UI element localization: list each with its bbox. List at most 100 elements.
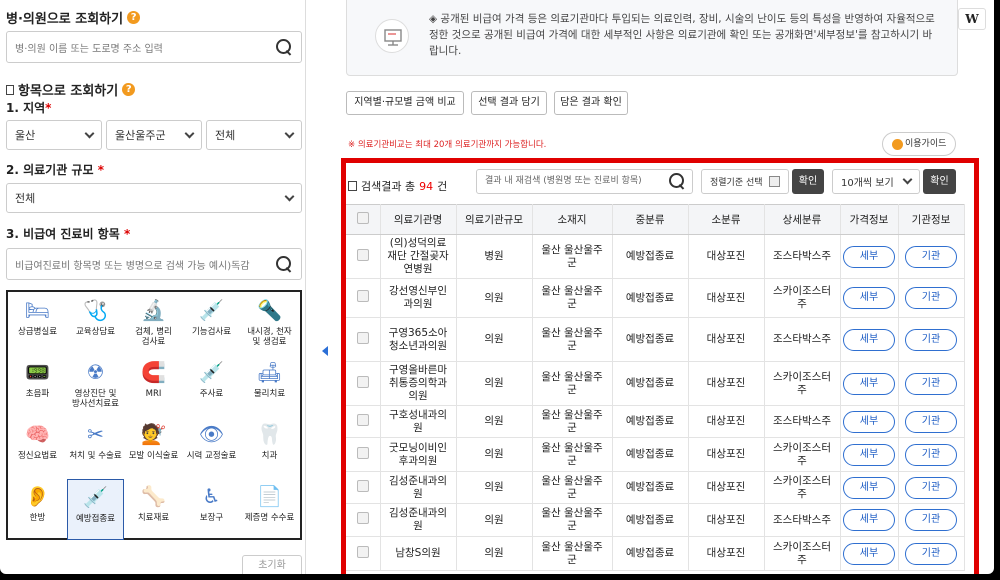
cell-mid: 예방접종료 [612,471,689,504]
detail-price-button[interactable]: 세부 [843,542,895,565]
row-checkbox[interactable] [356,375,369,388]
row-checkbox[interactable] [356,479,369,492]
category-item[interactable]: 🛏 상급병실료 [9,293,66,354]
institution-info-button[interactable]: 기관 [905,542,957,565]
item-search-input[interactable]: 비급여진료비 항목명 또는 병명으로 검색 가능 예시)독감 [6,248,302,280]
category-icon: 🦴 [141,484,166,508]
search-icon[interactable] [276,38,293,56]
region-select-3[interactable]: 전체 [206,120,302,150]
category-label: 초음파 [9,389,66,399]
category-label: 시력 교정술료 [183,451,240,461]
notice-box: ◈ 공개된 비급여 가격 등은 의료기관마다 투입되는 의료인력, 장비, 시술… [346,0,958,76]
category-item[interactable]: ✂ 처치 및 수술료 [67,417,124,478]
category-item[interactable]: ♿ 보장구 [183,479,240,540]
per-page-confirm-button[interactable]: 확인 [923,169,956,194]
result-search-input[interactable]: 결과 내 재검색 (병원명 또는 진료비 항목) [476,169,693,194]
w-logo-button[interactable]: W [958,8,986,30]
category-icon: ☢ [86,360,105,384]
help-icon[interactable]: ? [127,11,141,24]
row-checkbox[interactable] [356,545,369,558]
chevron-down-icon [902,174,913,185]
category-item[interactable]: 🔬 검체, 병리 검사료 [125,293,182,354]
category-item[interactable]: 💉 기능검사료 [183,293,240,354]
row-checkbox[interactable] [356,446,369,459]
category-label: 주사료 [183,389,240,399]
guide-button[interactable]: 이용가이드 [882,132,956,156]
category-label-line1: 정신요법료 [17,451,58,461]
row-checkbox[interactable] [356,413,369,426]
item-search-title-text: 항목으로 조회하기 [18,84,119,99]
detail-price-button[interactable]: 세부 [843,328,895,351]
institution-info-button[interactable]: 기관 [905,476,957,499]
search-icon[interactable] [669,173,686,190]
sort-select[interactable]: 정렬기준 선택 [701,169,789,194]
category-item[interactable]: 🔦 내시경, 천자 및 생검료 [241,293,298,354]
detail-price-button[interactable]: 세부 [843,410,895,433]
detail-price-button[interactable]: 세부 [843,245,895,268]
category-icon: ♿ [202,484,221,508]
category-item[interactable]: 🧠 정신요법료 [9,417,66,478]
view-saved-button[interactable]: 담은 결과 확인 [554,91,628,115]
cell-mid: 예방접종료 [612,536,689,571]
add-selection-button[interactable]: 선택 결과 담기 [471,91,547,115]
institution-info-button[interactable]: 기관 [905,509,957,531]
category-label-line1: 검체, 병리 [135,327,172,337]
category-item[interactable]: 👂 한방 [9,479,66,540]
category-item[interactable]: 🦴 치료재료 [125,479,182,540]
category-item[interactable]: 🛋 물리치료 [241,355,298,416]
row-checkbox[interactable] [356,512,369,524]
search-icon[interactable] [276,255,293,273]
hospital-search-input[interactable]: 병·의원 이름 또는 도로명 주소 입력 [6,31,302,63]
help-icon[interactable]: ? [122,83,136,96]
per-page-select[interactable]: 10개씩 보기 [832,169,920,194]
cell-name: 구영365소아청소년과의원 [380,317,457,362]
collapse-panel-handle[interactable] [318,336,332,366]
category-label-line1: 시력 교정술료 [186,451,237,461]
institution-info-button[interactable]: 기관 [905,245,957,268]
category-icon: 💉 [199,298,224,322]
category-item[interactable]: 🦷 치과 [241,417,298,478]
category-item[interactable]: 🩺 교육상담료 [67,293,124,354]
category-label-line1: 보장구 [199,513,224,523]
sort-confirm-button[interactable]: 확인 [792,169,824,194]
detail-price-button[interactable]: 세부 [843,509,895,531]
category-item[interactable]: 🧲 MRI [125,355,182,416]
category-label: 예방접종료 [68,514,123,524]
category-item[interactable]: 👁 시력 교정술료 [183,417,240,478]
category-item[interactable]: 📄 제증명 수수료 [241,479,298,540]
cell-scale: 의원 [456,536,533,571]
row-checkbox[interactable] [356,331,369,344]
institution-info-button[interactable]: 기관 [905,410,957,433]
row-checkbox[interactable] [356,290,369,302]
region-select-2[interactable]: 울산울주군 [106,120,202,150]
detail-price-button[interactable]: 세부 [843,372,895,395]
category-item[interactable]: 💉 주사료 [183,355,240,416]
cell-name: 구호성내과의원 [380,405,457,438]
category-item[interactable]: 💉 예방접종료 [67,479,124,540]
column-header: 소분류 [688,204,765,235]
detail-price-button[interactable]: 세부 [843,476,895,499]
detail-price-button[interactable]: 세부 [843,443,895,466]
compare-button[interactable]: 지역별·규모별 금액 비교 [346,91,464,115]
category-item[interactable]: 💇 모발 이식술료 [125,417,182,478]
row-checkbox-cell [346,503,381,537]
column-header[interactable] [346,204,381,235]
category-item[interactable]: ☢ 영상진단 및 방사선치료료 [67,355,124,416]
category-item[interactable]: 📟 초음파 [9,355,66,416]
hospital-search-title-text: 병·의원으로 조회하기 [6,12,124,27]
institution-info-button[interactable]: 기관 [905,328,957,351]
select-all-checkbox[interactable] [356,212,369,224]
cell-scale: 의원 [456,317,533,362]
detail-price-button[interactable]: 세부 [843,287,895,309]
scale-select[interactable]: 전체 [6,183,302,213]
cell-name: 강선영신부인과의원 [380,278,457,318]
institution-info-button[interactable]: 기관 [905,443,957,466]
institution-info-button[interactable]: 기관 [905,287,957,309]
region-select-1[interactable]: 울산 [6,120,102,150]
institution-info-button[interactable]: 기관 [905,372,957,395]
reset-button[interactable]: 초기화 [242,555,302,574]
column-header: 상세분류 [764,204,841,235]
category-label: 물리치료 [241,389,298,399]
category-label: MRI [125,389,182,399]
row-checkbox[interactable] [356,248,369,261]
